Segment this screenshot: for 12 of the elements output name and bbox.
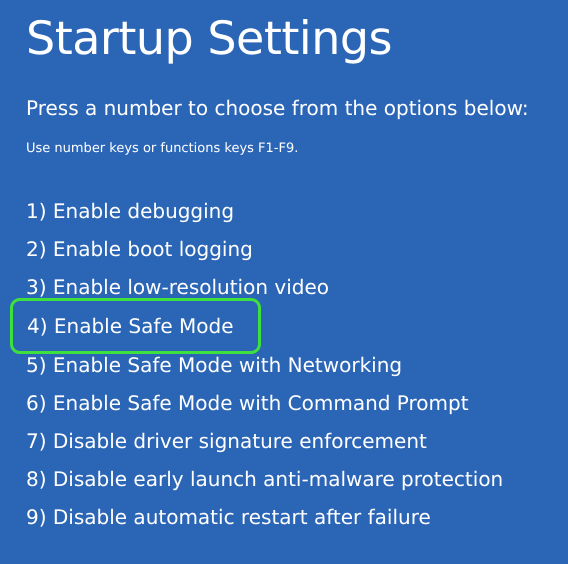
startup-option[interactable]: 9) Disable automatic restart after failure [26, 504, 431, 530]
startup-option[interactable]: 6) Enable Safe Mode with Command Prompt [26, 390, 469, 416]
startup-option[interactable]: 5) Enable Safe Mode with Networking [26, 352, 402, 378]
startup-option[interactable]: 3) Enable low-resolution video [26, 274, 330, 300]
instruction-text: Press a number to choose from the options below: [26, 95, 529, 122]
hint-text: Use number keys or functions keys F1-F9. [26, 140, 298, 158]
startup-option[interactable]: 4) Enable Safe Mode [10, 298, 261, 354]
screen-title: Startup Settings [26, 10, 392, 66]
startup-option[interactable]: 8) Disable early launch anti-malware protection [26, 466, 504, 492]
startup-option[interactable]: 2) Enable boot logging [26, 236, 253, 262]
startup-option[interactable]: 1) Enable debugging [26, 198, 234, 224]
startup-option[interactable]: 7) Disable driver signature enforcement [26, 428, 427, 454]
